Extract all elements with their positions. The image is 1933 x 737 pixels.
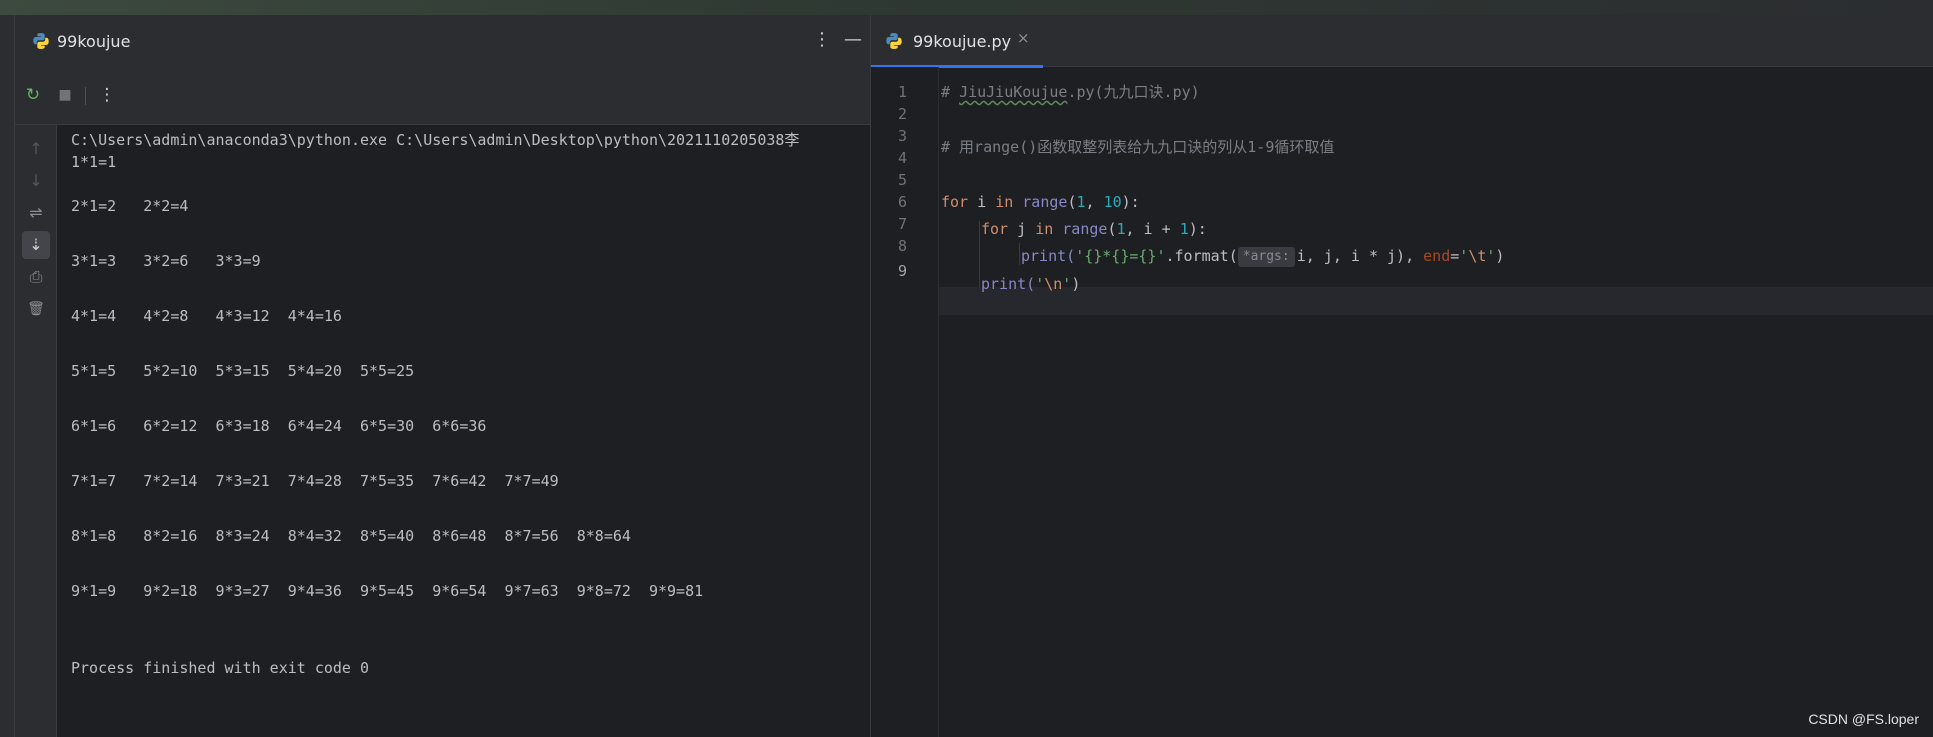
console-line: 8*1=8 8*2=16 8*3=24 8*4=32 8*5=40 8*6=48…: [71, 527, 631, 545]
print-icon[interactable]: ⎙: [22, 263, 50, 291]
code-line-3: # 用range()函数取整列表给九九口诀的列从1-9循环取值: [941, 138, 1335, 156]
console-line: 3*1=3 3*2=6 3*3=9: [71, 252, 261, 270]
stop-icon[interactable]: ■: [53, 83, 77, 107]
trash-icon[interactable]: 🗑: [22, 295, 50, 323]
line-number[interactable]: 5: [871, 169, 907, 191]
scroll-up-icon[interactable]: ↑: [22, 135, 50, 163]
console-line: 9*1=9 9*2=18 9*3=27 9*4=36 9*5=45 9*6=54…: [71, 582, 704, 600]
code-area[interactable]: # JiuJiuKoujue.py(九九口诀.py) # 用range()函数取…: [941, 67, 1931, 727]
console-line: 5*1=5 5*2=10 5*3=15 5*4=20 5*5=25: [71, 362, 415, 380]
code-line-8: print('\n'): [981, 275, 1081, 293]
run-toolbar: ↻ ■ ⋮: [15, 67, 870, 125]
code-editor: 99koujue.py × 12345678 9 # JiuJiuKoujue.p…: [870, 15, 1933, 737]
indent-guide: [979, 221, 980, 287]
line-number[interactable]: 4: [871, 147, 907, 169]
console-line: 2*1=2 2*2=4: [71, 197, 189, 215]
rerun-icon[interactable]: ↻: [21, 83, 45, 107]
console-line: Process finished with exit code 0: [71, 659, 370, 677]
line-number[interactable]: 3: [871, 125, 907, 147]
soft-wrap-icon[interactable]: ⇌: [22, 199, 50, 227]
scroll-down-icon[interactable]: ↓: [22, 167, 50, 195]
python-file-icon: [886, 33, 902, 49]
toolbar-more-icon[interactable]: ⋮: [95, 83, 119, 107]
left-tool-strip: [0, 15, 15, 737]
console-line: 1*1=1: [71, 153, 117, 171]
line-number[interactable]: 2: [871, 103, 907, 125]
toolbar-separator: [85, 87, 86, 105]
code-line-7: print('{}*{}={}'.format(*args: i, j, i * …: [1021, 247, 1505, 267]
more-options-icon[interactable]: ⋮: [811, 29, 833, 51]
line-number[interactable]: 9: [871, 260, 907, 282]
close-tab-icon[interactable]: ×: [1017, 29, 1030, 47]
scroll-to-end-icon[interactable]: ⇣: [22, 231, 50, 259]
line-number-gutter: 12345678 9: [871, 67, 939, 737]
line-number[interactable]: 8: [871, 235, 907, 257]
minimize-icon[interactable]: —: [842, 29, 864, 51]
code-line-5: for i in range(1, 10):: [941, 193, 1140, 211]
tab-label: 99koujue.py: [913, 32, 1012, 51]
console-line: C:\Users\admin\anaconda3\python.exe C:\U…: [71, 131, 800, 149]
code-line-6: for j in range(1, i + 1):: [981, 220, 1207, 238]
console-line: 7*1=7 7*2=14 7*3=21 7*4=28 7*5=35 7*6=42…: [71, 472, 559, 490]
run-config-title[interactable]: 99koujue: [57, 32, 130, 51]
code-line-1: # JiuJiuKoujue.py(九九口诀.py): [941, 83, 1200, 101]
line-number[interactable]: 7: [871, 213, 907, 235]
console-line: 4*1=4 4*2=8 4*3=12 4*4=16: [71, 307, 342, 325]
line-number[interactable]: 6: [871, 191, 907, 213]
line-number[interactable]: 1: [871, 81, 907, 103]
watermark: CSDN @FS.loper: [1808, 711, 1919, 727]
console-side-toolbar: ↑ ↓ ⇌ ⇣ ⎙ 🗑: [15, 125, 57, 737]
python-file-icon: [33, 33, 49, 49]
console-output[interactable]: C:\Users\admin\anaconda3\python.exe C:\U…: [71, 127, 866, 727]
console-line: 6*1=6 6*2=12 6*3=18 6*4=24 6*5=30 6*6=36: [71, 417, 487, 435]
parameter-hint: *args:: [1237, 247, 1295, 267]
editor-tab-bar: 99koujue.py ×: [871, 15, 1933, 68]
run-tool-window: 99koujue ⋮ — ↻ ■ ⋮ ↑ ↓ ⇌ ⇣ ⎙ 🗑 C:\Users\…: [15, 15, 870, 737]
run-panel-header: 99koujue ⋮ —: [15, 15, 870, 67]
title-bar-strip: [0, 0, 1933, 15]
indent-guide: [1019, 243, 1020, 265]
tab-99koujue-py[interactable]: 99koujue.py ×: [871, 15, 1043, 68]
